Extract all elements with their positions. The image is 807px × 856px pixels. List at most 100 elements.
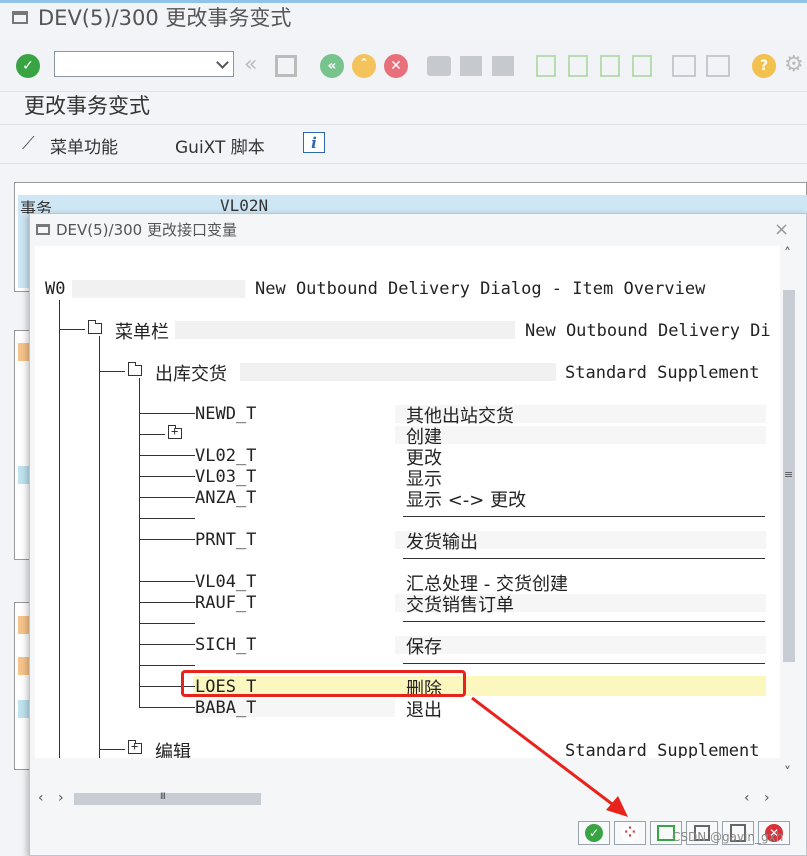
scroll-left-icon[interactable]: ‹ xyxy=(38,790,44,806)
shortcut-icon[interactable] xyxy=(706,55,730,77)
tree-line xyxy=(139,539,195,540)
tree-line xyxy=(139,455,195,456)
transaction-row xyxy=(18,195,807,214)
transaction-value: VL02N xyxy=(220,196,269,215)
item-code[interactable]: NEWD_T xyxy=(195,404,256,424)
settings-icon[interactable]: ⚙ xyxy=(784,54,807,78)
window-title: DEV(5)/300 更改事务变式 xyxy=(12,2,291,32)
scroll-right-icon[interactable]: › xyxy=(764,790,770,806)
tree-gap xyxy=(175,321,515,339)
find-next-icon[interactable] xyxy=(492,56,514,76)
tree-line xyxy=(139,378,140,708)
previous-page-icon[interactable] xyxy=(568,55,588,77)
tree-outbound-text: Standard Supplement xyxy=(565,363,760,383)
tree-root-text: New Outbound Delivery Dialog - Item Over… xyxy=(255,279,706,299)
help-icon[interactable]: ? xyxy=(752,54,776,78)
tree-gap xyxy=(72,280,245,298)
tree-line xyxy=(139,476,195,477)
tree-line xyxy=(99,371,125,372)
dialog-close-icon[interactable]: × xyxy=(774,219,789,240)
item-code[interactable]: VL02_T xyxy=(195,446,256,466)
tree-line xyxy=(139,665,195,666)
item-code[interactable]: PRNT_T xyxy=(195,530,256,550)
tree-menubar-text: New Outbound Delivery Di xyxy=(525,321,771,341)
folder-icon[interactable] xyxy=(88,320,102,334)
horizontal-scroll-thumb[interactable] xyxy=(74,793,261,805)
tree-outbound-key[interactable]: 出库交货 xyxy=(155,360,227,386)
watermark: CSDN @gavin_gxh xyxy=(672,830,784,844)
transaction-label: 事务 xyxy=(20,199,53,218)
tree-gap xyxy=(395,426,766,444)
tree-line xyxy=(139,602,195,603)
application-toolbar: ⟋ 菜单功能 GuiXT 脚本 xyxy=(0,124,807,164)
command-field[interactable] xyxy=(54,51,234,77)
tree-menubar-key[interactable]: 菜单栏 xyxy=(115,318,169,344)
tree-line xyxy=(139,623,195,624)
tree-line xyxy=(59,329,85,330)
cancel-icon[interactable]: ✕ xyxy=(384,54,408,78)
separator-line xyxy=(403,516,765,517)
tree-line xyxy=(139,413,195,414)
dialog-title: DEV(5)/300 更改接口变量 xyxy=(36,219,237,240)
exit-icon[interactable]: ˆ xyxy=(352,54,376,78)
item-code[interactable]: RAUF_T xyxy=(195,593,256,613)
separator-line xyxy=(403,621,765,622)
last-page-icon[interactable] xyxy=(632,55,652,77)
double-back-icon[interactable]: « xyxy=(244,54,268,78)
hide-button[interactable]: ⁘ xyxy=(614,821,646,845)
dialog-title-text: DEV(5)/300 更改接口变量 xyxy=(56,221,237,239)
item-code[interactable]: VL04_T xyxy=(195,572,256,592)
page-title: 更改事务变式 xyxy=(24,94,150,118)
tree-root-key[interactable]: W0 xyxy=(45,279,65,299)
item-code[interactable]: VL03_T xyxy=(195,467,256,487)
dialog-window-icon xyxy=(36,224,50,235)
folder-plus-icon[interactable] xyxy=(128,739,142,754)
item-label: 显示 <-> 更改 xyxy=(406,490,527,511)
chevron-down-icon[interactable] xyxy=(216,56,229,69)
tree-gap xyxy=(240,363,556,381)
window-title-text: DEV(5)/300 更改事务变式 xyxy=(38,6,292,30)
tree-line xyxy=(99,749,125,750)
print-icon[interactable] xyxy=(427,56,451,76)
next-page-icon[interactable] xyxy=(600,55,620,77)
info-button[interactable]: i xyxy=(303,132,325,153)
scroll-right-icon[interactable]: › xyxy=(58,790,64,806)
separator-line xyxy=(403,558,765,559)
tree-gap xyxy=(395,636,766,654)
folder-plus-icon[interactable] xyxy=(168,424,182,439)
item-label: 交货销售订单 xyxy=(406,595,514,616)
tree-line xyxy=(99,336,100,758)
guixt-script-button[interactable]: GuiXT 脚本 xyxy=(175,133,265,158)
tree-line xyxy=(139,581,195,582)
callout-arrow xyxy=(471,696,628,817)
item-code[interactable]: ANZA_T xyxy=(195,488,256,508)
menu-function-button[interactable]: 菜单功能 xyxy=(50,133,118,158)
tree-line xyxy=(139,644,195,645)
save-icon[interactable] xyxy=(275,55,297,77)
find-icon[interactable] xyxy=(460,56,482,76)
confirm-button[interactable]: ✓ xyxy=(578,821,610,845)
back-icon[interactable]: « xyxy=(320,54,344,78)
tree-edit-key[interactable]: 编辑 xyxy=(155,738,191,758)
scroll-left-icon[interactable]: ‹ xyxy=(744,790,750,806)
tree-line xyxy=(139,518,195,519)
item-label: 发货输出 xyxy=(406,532,478,553)
hide-icon: ⁘ xyxy=(621,824,639,842)
window-icon xyxy=(12,10,28,24)
enter-icon[interactable]: ✓ xyxy=(16,54,40,78)
item-code[interactable]: SICH_T xyxy=(195,635,256,655)
scroll-up-icon[interactable]: ˄ xyxy=(784,246,791,262)
tree-line xyxy=(139,434,165,435)
first-page-icon[interactable] xyxy=(536,55,556,77)
tree-line xyxy=(139,707,195,708)
tree-line xyxy=(59,300,60,758)
item-label: 保存 xyxy=(406,637,442,658)
vertical-scroll-grip: ≡ xyxy=(784,468,794,481)
scroll-down-icon[interactable]: ˅ xyxy=(784,765,791,781)
item-code[interactable]: BABA_T xyxy=(195,698,256,718)
new-session-icon[interactable] xyxy=(672,55,696,77)
tree-line xyxy=(139,497,195,498)
item-label: 退出 xyxy=(406,700,442,721)
folder-icon[interactable] xyxy=(128,362,142,376)
separator-line xyxy=(403,663,765,664)
